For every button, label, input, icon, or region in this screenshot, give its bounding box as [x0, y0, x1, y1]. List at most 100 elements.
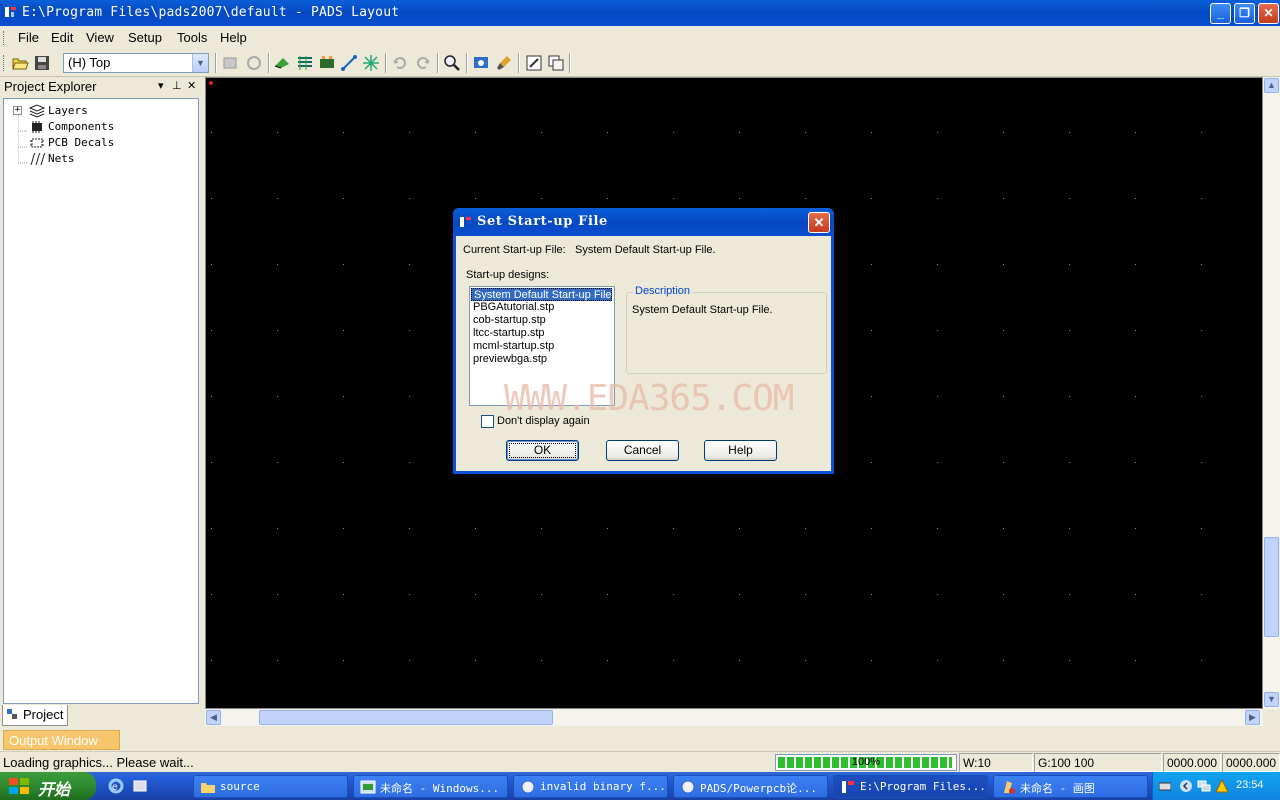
refresh-icon[interactable]	[245, 54, 263, 72]
save-icon[interactable]	[33, 54, 51, 72]
startup-designs-label: Start-up designs:	[466, 269, 550, 281]
route-icon[interactable]	[340, 54, 358, 72]
startup-designs-list[interactable]: System Default Start-up File. PBGAtutori…	[469, 286, 615, 406]
show-desktop-icon[interactable]	[132, 778, 148, 794]
project-explorer-header: Project Explorer ▾ ⊥ ✕	[0, 77, 202, 96]
minimize-button[interactable]: _	[1210, 3, 1231, 24]
status-width: W:10	[959, 753, 1033, 772]
vertical-scroll-thumb[interactable]	[1264, 537, 1279, 637]
dont-display-checkbox[interactable]	[481, 415, 494, 428]
vertical-scrollbar[interactable]: ▲ ▼	[1263, 77, 1280, 709]
taskbar-item-pads-layout[interactable]: E:\Program Files...	[833, 775, 988, 798]
taskbar-item-source[interactable]: source	[193, 775, 348, 798]
redo-icon[interactable]	[414, 54, 432, 72]
restore-button[interactable]: ❐	[1234, 3, 1255, 24]
taskbar-item-invalid-binary[interactable]: invalid binary f...	[513, 775, 668, 798]
title-bar: E:\Program Files\pads2007\default - PADS…	[0, 0, 1280, 26]
scroll-up-icon[interactable]: ▲	[1264, 78, 1279, 93]
pin-icon[interactable]: ⊥	[172, 79, 182, 92]
menu-file[interactable]: File	[18, 30, 39, 45]
description-text: System Default Start-up File.	[632, 304, 773, 316]
expand-icon[interactable]: +	[13, 106, 22, 115]
toolbar-separator	[518, 53, 520, 73]
description-group: Description System Default Start-up File…	[626, 285, 827, 374]
scroll-down-icon[interactable]: ▼	[1264, 692, 1279, 707]
tab-output-window[interactable]: Output Window	[3, 730, 120, 750]
list-item[interactable]: cob-startup.stp	[471, 314, 612, 327]
scroll-left-icon[interactable]: ◀	[206, 710, 221, 725]
toolbar-separator	[466, 53, 468, 73]
layer-select[interactable]: (H) Top ▼	[63, 53, 209, 73]
internet-explorer-icon[interactable]: e	[108, 778, 124, 794]
list-item[interactable]: PBGAtutorial.stp	[471, 301, 612, 314]
tree-item-label: Components	[48, 120, 115, 133]
menu-view[interactable]: View	[86, 30, 114, 45]
project-explorer-title: Project Explorer	[4, 79, 97, 94]
menu-setup[interactable]: Setup	[128, 30, 162, 45]
folder-icon	[201, 783, 215, 793]
brush-icon[interactable]	[495, 54, 513, 72]
select-filter-icon[interactable]	[525, 54, 543, 72]
taskbar: 开始 e source 未命名 - Windows... invalid bin…	[0, 772, 1280, 800]
cut-component-icon[interactable]	[221, 54, 239, 72]
tab-project-label: Project	[23, 707, 64, 722]
menu-edit[interactable]: Edit	[51, 30, 73, 45]
tab-project[interactable]: Project	[2, 705, 68, 726]
layer-select-value: (H) Top	[68, 55, 111, 70]
menu-help[interactable]: Help	[220, 30, 247, 45]
start-label: 开始	[38, 782, 71, 799]
horizontal-scrollbar[interactable]: ◀ ▶	[205, 709, 1263, 726]
window-title: E:\Program Files\pads2007\default - PADS…	[22, 5, 400, 20]
layers-icon	[28, 104, 46, 118]
progress-label: 100%	[851, 756, 881, 768]
status-grid: G:100 100	[1034, 753, 1162, 772]
close-button[interactable]: ✕	[1258, 3, 1279, 24]
cancel-button[interactable]: Cancel	[606, 440, 679, 461]
keyboard-icon[interactable]	[1159, 780, 1171, 792]
task-label: E:\Program Files...	[860, 780, 986, 793]
ok-button[interactable]: OK	[506, 440, 579, 461]
task-label: source	[220, 780, 260, 793]
chevron-down-icon[interactable]: ▼	[192, 54, 208, 72]
design-toolbar-icon[interactable]	[296, 54, 314, 72]
chevron-down-icon[interactable]: ▾	[158, 79, 164, 92]
open-folder-icon[interactable]	[11, 54, 29, 72]
list-item[interactable]: System Default Start-up File.	[471, 288, 615, 301]
list-item[interactable]: mcml-startup.stp	[471, 340, 612, 353]
undo-icon[interactable]	[391, 54, 409, 72]
list-item[interactable]: ltcc-startup.stp	[471, 327, 612, 340]
taskbar-item-paint[interactable]: 未命名 - 画图	[993, 775, 1148, 798]
horizontal-scroll-thumb[interactable]	[259, 710, 553, 725]
close-icon[interactable]: ✕	[187, 79, 196, 92]
properties-icon[interactable]	[547, 54, 565, 72]
current-startup-label: Current Start-up File:	[463, 244, 566, 256]
scroll-right-icon[interactable]: ▶	[1245, 710, 1260, 725]
tree-item-label: Nets	[48, 152, 75, 165]
windows-app-icon	[360, 780, 376, 794]
pads-app-icon	[460, 217, 471, 227]
pan-view-icon[interactable]	[472, 54, 490, 72]
network-icon[interactable]	[1197, 779, 1211, 793]
browser-icon	[521, 780, 535, 794]
tray-collapse-icon[interactable]	[1179, 779, 1193, 793]
windows-flag-icon	[9, 778, 29, 794]
start-button[interactable]: 开始	[0, 772, 96, 800]
ecO-toolbar-icon[interactable]	[318, 54, 336, 72]
list-item[interactable]: previewbga.stp	[471, 353, 612, 366]
dialog-close-button[interactable]: ✕	[808, 212, 830, 233]
drafting-toolbar-icon[interactable]	[273, 54, 291, 72]
zoom-icon[interactable]	[443, 54, 461, 72]
toolbar: (H) Top ▼	[0, 50, 1280, 77]
menu-tools[interactable]: Tools	[177, 30, 207, 45]
dont-display-label[interactable]: Don't display again	[497, 415, 590, 427]
help-button[interactable]: Help	[704, 440, 777, 461]
warning-icon[interactable]	[1215, 779, 1229, 793]
taskbar-item-windows[interactable]: 未命名 - Windows...	[353, 775, 508, 798]
pads-app-icon	[842, 781, 854, 793]
toolbar-grip	[3, 55, 6, 71]
paint-icon	[1004, 781, 1015, 794]
bga-toolbar-icon[interactable]	[362, 54, 380, 72]
taskbar-item-pads-forum[interactable]: PADS/Powerpcb论...	[673, 775, 828, 798]
task-label: PADS/Powerpcb论...	[700, 782, 817, 795]
dialog-title-bar[interactable]: Set Start-up File ✕	[453, 208, 834, 236]
